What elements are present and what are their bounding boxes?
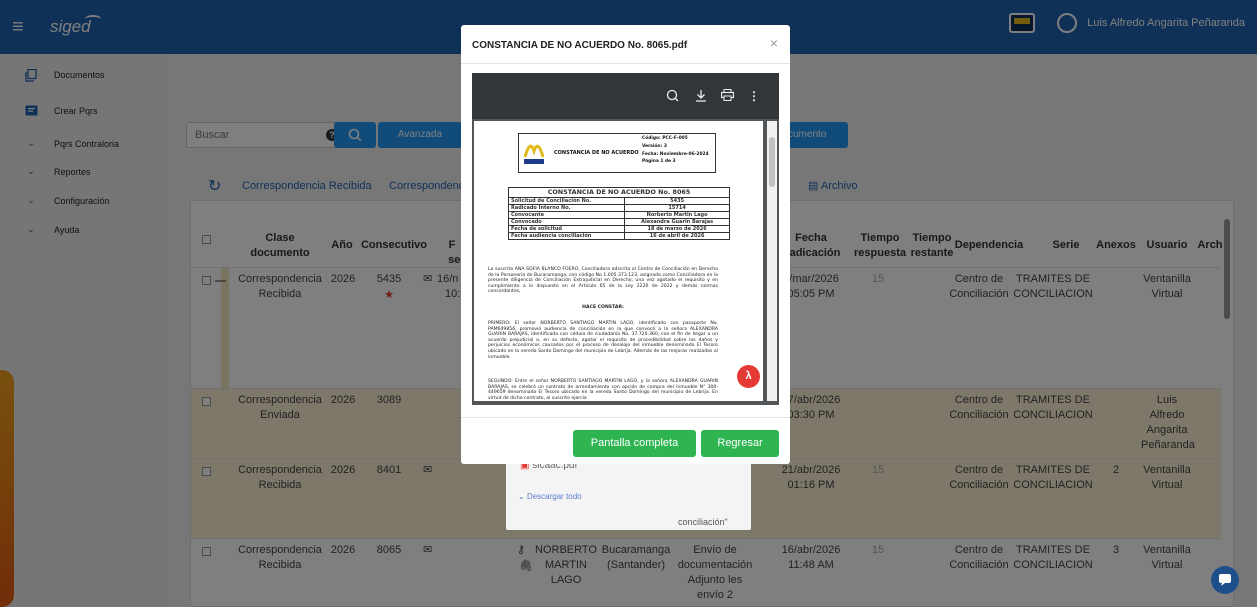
download-all-link[interactable]: ⌄ Descargar todo — [518, 492, 582, 501]
download-icon[interactable] — [695, 89, 707, 105]
more-options-icon[interactable]: ⋮ — [748, 89, 760, 103]
personeria-logo — [522, 137, 546, 167]
pdf-info-table: CONSTANCIA DE NO ACUERDO No. 8065 Solici… — [507, 187, 730, 240]
download-all-label: Descargar todo — [526, 492, 582, 501]
fullscreen-button[interactable]: Pantalla completa — [573, 430, 696, 457]
pdf-intro-text: La suscrita ANA SOFIA BLANCO FOERO, Conc… — [488, 267, 718, 295]
chat-bubble-icon — [1219, 574, 1231, 586]
pdf-scrollbar[interactable] — [767, 121, 777, 401]
pdf-page: CONSTANCIA DE NO ACUERDO Código: PCC-F-0… — [474, 121, 763, 401]
pdf-hace-constar: HACE CONSTAR: — [582, 305, 624, 310]
divider — [461, 63, 790, 64]
pdf-preview-modal: CONSTANCIA DE NO ACUERDO No. 8065.pdf × … — [461, 25, 790, 464]
popup-text: conciliación" — [678, 517, 728, 527]
annotate-icon[interactable] — [666, 89, 679, 105]
close-icon[interactable]: × — [770, 35, 778, 51]
pdf-segundo-text: SEGUNDO: Entre el señor NORBERTO SANTIAG… — [488, 379, 718, 401]
chat-support-button[interactable] — [1211, 566, 1239, 594]
pdf-toolbar: ⋮ — [472, 73, 779, 119]
divider — [461, 417, 790, 418]
double-chevron-down-icon: ⌄ — [518, 492, 525, 501]
pdf-primero-text: PRIMERO: El señor NORBERTO SANTIAGO MART… — [488, 321, 718, 360]
pdf-viewer: ⋮ CONSTANCIA DE NO ACUERDO Código: PCC-F… — [472, 73, 779, 405]
back-button[interactable]: Regresar — [701, 430, 779, 457]
pdf-header-title: CONSTANCIA DE NO ACUERDO — [554, 150, 639, 156]
pdf-acrobat-icon[interactable]: λ — [737, 365, 760, 388]
modal-title: CONSTANCIA DE NO ACUERDO No. 8065.pdf — [472, 40, 688, 51]
print-icon[interactable] — [720, 89, 735, 104]
pdf-header-meta: Código: PCC-F-005 Versión: 3 Fecha: Novi… — [642, 136, 709, 165]
